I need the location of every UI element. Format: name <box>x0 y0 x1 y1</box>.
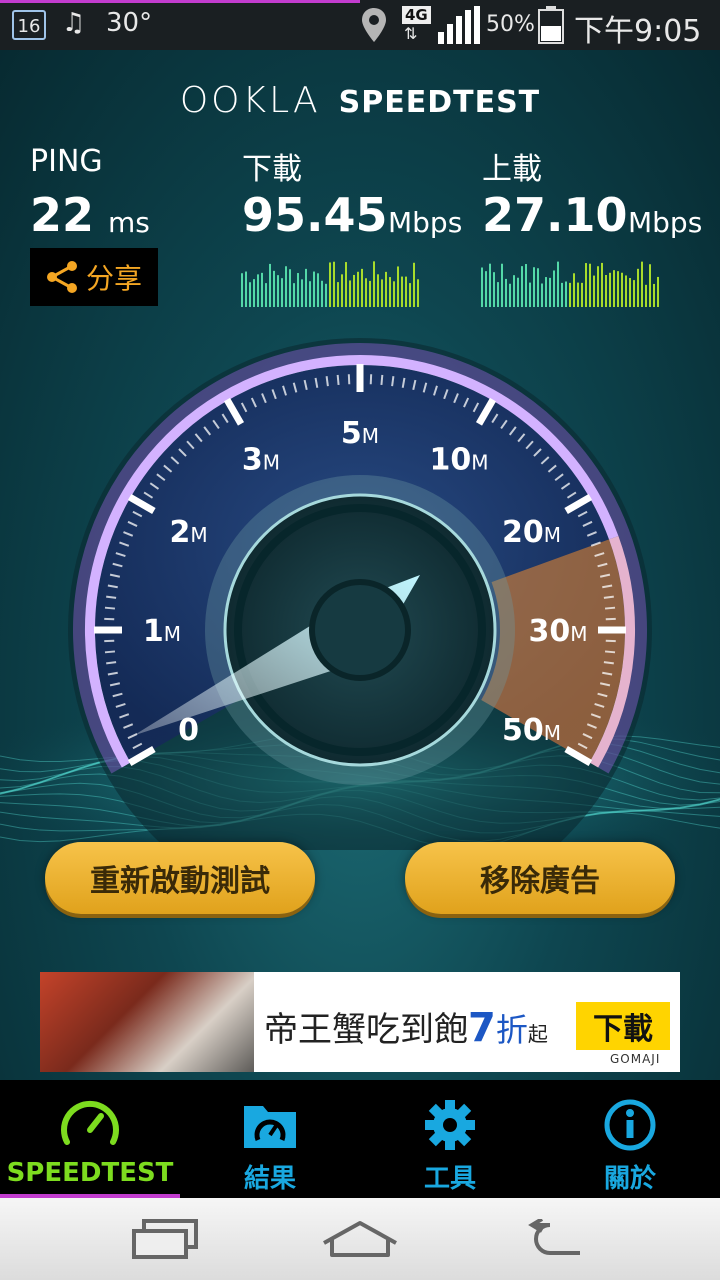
ad-discount-number: 7 <box>468 1005 496 1051</box>
music-note-icon: ♫ <box>62 8 86 38</box>
remove-ads-button[interactable]: 移除廣告 <box>405 842 675 914</box>
data-arrows-icon: ⇅ <box>404 24 418 43</box>
battery-icon <box>538 6 564 51</box>
home-button[interactable] <box>310 1212 410 1266</box>
speedtest-title: SPEEDTEST <box>338 85 541 120</box>
speedometer-icon <box>61 1100 119 1145</box>
gauge-minor-tick <box>604 606 616 610</box>
battery-percent-text: 50% <box>486 12 535 37</box>
recent-apps-button[interactable] <box>115 1212 215 1266</box>
tab-tools[interactable]: 工具 <box>360 1080 540 1198</box>
ping-unit: ms <box>108 206 150 239</box>
ad-text: 帝王蟹吃到飽 <box>264 1010 468 1050</box>
android-nav-bar <box>0 1198 720 1280</box>
ad-headline: 帝王蟹吃到飽7折起 <box>264 1002 548 1051</box>
gauge-minor-tick <box>336 374 340 386</box>
upload-value: 27.10 <box>482 188 628 242</box>
status-bar: 16 ♫ 30° 4G ⇅ 50% 下午9:05 <box>0 0 720 50</box>
back-button[interactable] <box>505 1212 605 1266</box>
date-badge-text: 16 <box>17 16 41 37</box>
back-arrow-icon <box>528 1219 580 1255</box>
signal-icon <box>438 6 480 51</box>
tab-about-label: 關於 <box>603 1164 656 1194</box>
speedtest-screen: OOKLA SPEEDTEST PING 22 ms 下載 95.45 Mbps … <box>0 50 720 1080</box>
download-value: 95.45 <box>242 188 388 242</box>
recent-apps-icon <box>132 1219 198 1259</box>
bottom-tab-bar: SPEEDTEST 結果 工具 關於 <box>0 1080 720 1198</box>
gauge-minor-tick <box>325 376 329 387</box>
location-pin-icon <box>362 8 386 49</box>
tab-speedtest[interactable]: SPEEDTEST <box>0 1080 180 1198</box>
folder-gauge-icon <box>244 1106 296 1148</box>
download-unit: Mbps <box>388 206 463 239</box>
share-label: 分享 <box>85 262 142 295</box>
restart-test-button[interactable]: 重新啟動測試 <box>45 842 315 914</box>
upload-sparkline <box>481 261 659 307</box>
network-type-text: 4G <box>402 6 431 24</box>
ad-discount-word: 折 <box>495 1011 528 1049</box>
tab-results-label: 結果 <box>243 1164 296 1194</box>
gauge-minor-tick <box>603 595 614 599</box>
download-sparkline <box>241 261 419 307</box>
temperature-text: 30° <box>106 8 153 38</box>
ad-banner[interactable]: 帝王蟹吃到飽7折起 下載 GOMAJI <box>40 972 680 1072</box>
tab-results[interactable]: 結果 <box>180 1080 360 1198</box>
gauge-minor-tick <box>104 606 116 610</box>
gauge-minor-tick <box>106 595 117 599</box>
gauge-minor-tick <box>604 650 616 654</box>
speed-gauge: 01M2M3M5M10M20M30M50M <box>0 338 720 850</box>
share-button[interactable]: 分享 <box>30 248 158 306</box>
tab-speedtest-label: SPEEDTEST <box>6 1158 174 1188</box>
gauge-minor-tick <box>380 374 384 386</box>
brand-header: OOKLA SPEEDTEST <box>0 80 720 121</box>
ping-value: 22 <box>30 188 95 242</box>
upload-label: 上載 <box>482 152 542 187</box>
status-progress-bar <box>0 0 360 3</box>
ad-crab-image <box>40 972 254 1072</box>
ad-download-button[interactable]: 下載 <box>576 1002 670 1050</box>
gauge-minor-tick <box>603 661 614 665</box>
share-icon <box>46 261 77 293</box>
download-label: 下載 <box>242 152 302 187</box>
tab-about[interactable]: 關於 <box>540 1080 720 1198</box>
ad-brand: GOMAJI <box>610 1052 661 1066</box>
gauge-minor-tick <box>391 376 395 387</box>
clock-text: 下午9:05 <box>574 14 702 49</box>
home-icon <box>323 1221 397 1257</box>
gear-icon <box>425 1100 475 1150</box>
ping-label: PING <box>30 144 103 179</box>
ookla-logo: OOKLA <box>179 80 321 121</box>
gauge-minor-tick <box>106 661 117 665</box>
ad-discount-suffix: 起 <box>527 1022 548 1046</box>
calendar-icon: 16 <box>12 10 46 40</box>
tab-tools-label: 工具 <box>423 1164 476 1194</box>
upload-unit: Mbps <box>628 206 703 239</box>
info-icon <box>604 1099 656 1151</box>
gauge-hub <box>309 579 411 681</box>
gauge-minor-tick <box>104 650 116 654</box>
